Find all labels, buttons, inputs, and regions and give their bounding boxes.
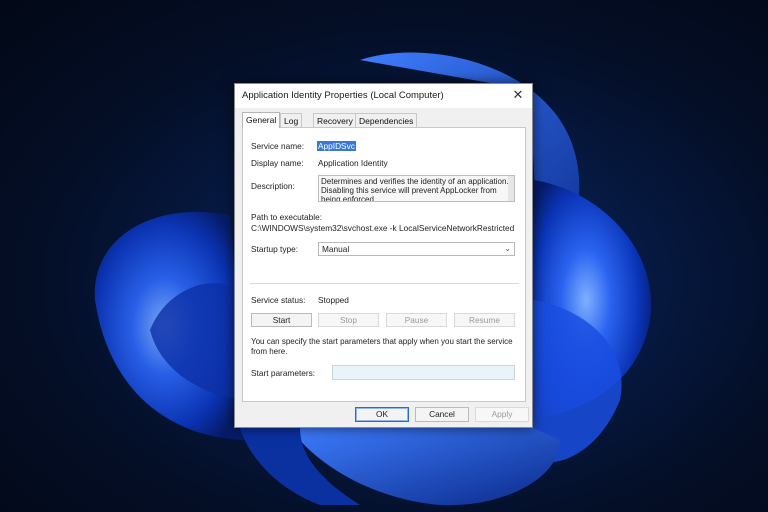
close-icon[interactable]: ✕ bbox=[510, 87, 526, 103]
display-name-label: Display name: bbox=[251, 158, 304, 168]
startup-type-value: Manual bbox=[322, 244, 350, 254]
start-button[interactable]: Start bbox=[251, 313, 312, 327]
pause-button[interactable]: Pause bbox=[386, 313, 447, 327]
resume-button[interactable]: Resume bbox=[454, 313, 515, 327]
service-name-value[interactable]: AppIDSvc bbox=[317, 141, 356, 151]
dialog-footer: OK Cancel Apply bbox=[235, 404, 532, 428]
startup-type-label: Startup type: bbox=[251, 244, 299, 254]
ok-button[interactable]: OK bbox=[355, 407, 409, 422]
display-name-value[interactable]: Application Identity bbox=[318, 158, 388, 168]
description-scrollbar[interactable] bbox=[508, 176, 514, 201]
stop-button[interactable]: Stop bbox=[318, 313, 379, 327]
tab-log-on[interactable]: Log On bbox=[280, 113, 303, 140]
service-status-value: Stopped bbox=[318, 295, 349, 305]
separator bbox=[250, 283, 519, 284]
cancel-button[interactable]: Cancel bbox=[415, 407, 469, 422]
general-tab-panel: Service name: AppIDSvc Display name: App… bbox=[242, 127, 526, 402]
path-value[interactable]: C:\WINDOWS\system32\svchost.exe -k Local… bbox=[251, 223, 517, 233]
start-params-note: You can specify the start parameters tha… bbox=[251, 337, 513, 356]
service-status-label: Service status: bbox=[251, 295, 306, 305]
description-text: Determines and verifies the identity of … bbox=[321, 177, 509, 202]
dialog-title: Application Identity Properties (Local C… bbox=[242, 90, 444, 101]
startup-type-select[interactable]: Manual ⌄ bbox=[318, 242, 515, 256]
start-params-input[interactable] bbox=[332, 365, 515, 380]
tab-recovery[interactable]: Recovery bbox=[313, 113, 357, 127]
path-label: Path to executable: bbox=[251, 212, 323, 222]
chevron-down-icon: ⌄ bbox=[504, 244, 511, 253]
tab-general[interactable]: General bbox=[242, 112, 281, 128]
description-box[interactable]: Determines and verifies the identity of … bbox=[318, 175, 515, 202]
description-label: Description: bbox=[251, 181, 295, 191]
service-name-label: Service name: bbox=[251, 141, 305, 151]
tab-dependencies[interactable]: Dependencies bbox=[355, 113, 418, 127]
apply-button[interactable]: Apply bbox=[475, 407, 529, 422]
start-params-label: Start parameters: bbox=[251, 368, 316, 378]
title-bar: Application Identity Properties (Local C… bbox=[235, 84, 532, 108]
service-properties-dialog: Application Identity Properties (Local C… bbox=[234, 83, 533, 428]
